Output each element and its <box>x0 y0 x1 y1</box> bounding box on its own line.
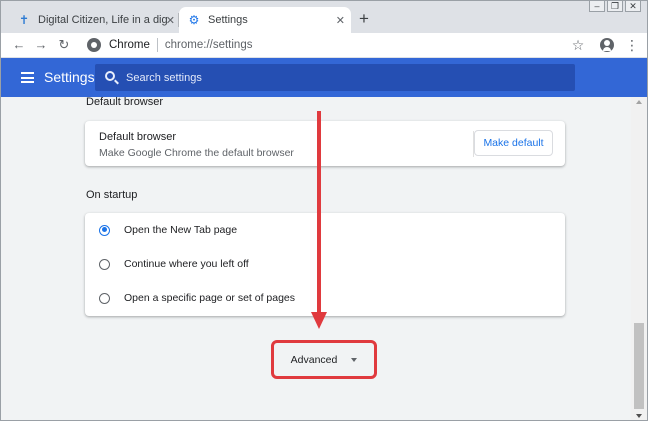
tab-title: Digital Citizen, Life in a digital w <box>38 14 168 26</box>
tab-digital-citizen[interactable]: ✝ Digital Citizen, Life in a digital w ✕ <box>9 7 181 33</box>
back-icon[interactable]: ← <box>9 35 29 55</box>
restore-icon[interactable]: ❐ <box>607 1 623 12</box>
forward-icon[interactable]: → <box>31 35 51 55</box>
browser-window: ✝ Digital Citizen, Life in a digital w ✕… <box>0 0 648 421</box>
page-title: Settings <box>44 69 95 85</box>
radio-button[interactable] <box>99 292 110 304</box>
reload-icon[interactable]: ↻ <box>54 35 74 55</box>
omnibox[interactable]: Chrome chrome://settings <box>79 34 589 56</box>
tab-strip: ✝ Digital Citizen, Life in a digital w ✕… <box>1 1 647 33</box>
advanced-label: Advanced <box>290 353 338 366</box>
search-input[interactable] <box>126 69 526 86</box>
close-icon[interactable]: ✕ <box>625 1 641 12</box>
browser-toolbar: ← → ↻ Chrome chrome://settings ☆ ⋮ <box>1 33 647 57</box>
radio-button[interactable] <box>99 258 110 270</box>
search-bar[interactable] <box>95 64 575 91</box>
settings-content: Default browser Default browser Make Goo… <box>1 96 647 420</box>
chevron-down-icon <box>351 357 358 362</box>
default-browser-title: Default browser <box>99 131 177 143</box>
omnibox-scheme: Chrome <box>109 39 150 51</box>
startup-option-label: Open the New Tab page <box>124 224 238 236</box>
omnibox-url: chrome://settings <box>164 39 253 51</box>
star-icon[interactable]: ☆ <box>568 35 588 55</box>
scrollbar-thumb[interactable] <box>634 323 644 409</box>
minimize-icon[interactable]: – <box>589 1 605 12</box>
tab-settings[interactable]: ⚙ Settings ✕ <box>179 7 351 33</box>
section-heading-on-startup: On startup <box>86 189 138 201</box>
scrollbar[interactable] <box>631 97 647 420</box>
hamburger-icon[interactable] <box>21 72 34 83</box>
settings-header: Settings <box>1 58 647 97</box>
startup-option[interactable]: Continue where you left off <box>85 247 565 281</box>
menu-icon[interactable]: ⋮ <box>622 35 642 55</box>
plus-icon[interactable]: + <box>355 10 373 28</box>
startup-option[interactable]: Open the New Tab page <box>85 213 565 247</box>
scroll-up-icon[interactable] <box>636 100 642 104</box>
omnibox-divider <box>156 38 158 52</box>
tab-title: Settings <box>208 14 248 26</box>
profile-icon[interactable] <box>597 35 617 55</box>
startup-option-label: Continue where you left off <box>124 258 249 270</box>
on-startup-card: Open the New Tab page Continue where you… <box>85 213 565 316</box>
make-default-button[interactable]: Make default <box>474 130 553 156</box>
startup-option-label: Open a specific page or set of pages <box>124 292 296 304</box>
chrome-icon <box>87 38 101 52</box>
radio-button-checked[interactable] <box>99 224 110 236</box>
startup-option[interactable]: Open a specific page or set of pages <box>85 281 565 315</box>
gear-icon: ⚙ <box>188 13 200 27</box>
section-heading-default-browser: Default browser <box>86 96 164 108</box>
default-browser-subtitle: Make Google Chrome the default browser <box>99 147 294 159</box>
close-tab-icon[interactable]: ✕ <box>336 14 345 27</box>
close-tab-icon[interactable]: ✕ <box>166 14 175 27</box>
default-browser-card: Default browser Make Google Chrome the d… <box>85 121 565 166</box>
advanced-button[interactable]: Advanced <box>271 340 377 379</box>
search-icon <box>105 71 115 81</box>
window-controls: – ❐ ✕ <box>589 1 641 12</box>
scroll-down-icon[interactable] <box>636 414 642 418</box>
digital-citizen-icon: ✝ <box>18 13 30 27</box>
